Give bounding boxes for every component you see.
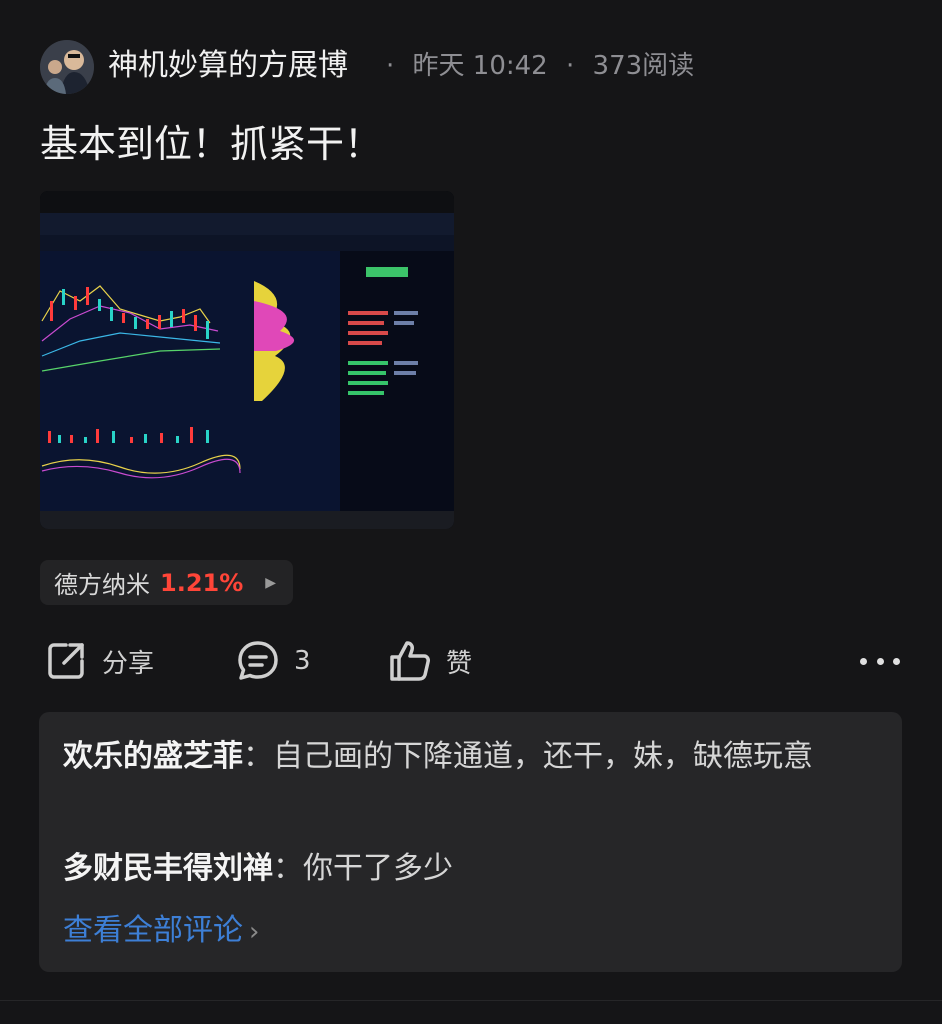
comment-user[interactable]: 多财民丰得刘禅	[63, 851, 273, 886]
comment-item[interactable]: 欢乐的盛芝菲：自己画的下降通道，还干，妹，缺德玩意	[63, 734, 883, 780]
stock-tag[interactable]: 德方纳米 1.21% ▶	[40, 560, 293, 605]
comment-separator: ：	[273, 851, 303, 886]
comment-separator: ：	[243, 739, 273, 774]
comments-panel: 欢乐的盛芝菲：自己画的下降通道，还干，妹，缺德玩意 多财民丰得刘禅：你干了多少 …	[39, 712, 902, 972]
stock-name: 德方纳米	[54, 571, 150, 599]
post-text: 基本到位！抓紧干！	[40, 122, 383, 166]
avatar-image	[40, 40, 94, 94]
read-count: 373阅读	[592, 51, 695, 81]
like-icon	[388, 639, 432, 683]
author-avatar[interactable]	[40, 40, 94, 94]
divider	[0, 1000, 942, 1001]
share-label: 分享	[102, 648, 155, 679]
meta-separator: ·	[386, 51, 395, 81]
stock-change: 1.21%	[160, 568, 244, 597]
play-arrow-icon: ▶	[265, 574, 277, 591]
comment-item[interactable]: 多财民丰得刘禅：你干了多少	[63, 846, 883, 892]
like-label: 赞	[446, 648, 473, 679]
post-image[interactable]	[40, 191, 454, 529]
meta-separator: ·	[566, 51, 575, 81]
comment-count: 3	[294, 646, 311, 676]
post-meta: · 昨天 10:42 · 373阅读	[386, 46, 694, 86]
share-button[interactable]: 分享	[44, 636, 154, 686]
comment-button[interactable]: 3	[236, 636, 311, 686]
post-time: 昨天 10:42	[412, 51, 548, 81]
chevron-right-icon: ›	[249, 917, 260, 947]
comment-text: 你干了多少	[303, 851, 453, 886]
view-all-comments-link[interactable]: 查看全部评论 ›	[63, 908, 259, 955]
more-icon[interactable]	[860, 646, 900, 676]
comment-text: 自己画的下降通道，还干，妹，缺德玩意	[273, 739, 813, 774]
view-all-label: 查看全部评论	[63, 913, 243, 948]
stock-chart-screenshot-image	[40, 191, 454, 529]
comment-user[interactable]: 欢乐的盛芝菲	[63, 739, 243, 774]
author-name[interactable]: 神机妙算的方展博	[108, 44, 348, 88]
share-icon	[44, 639, 88, 683]
comment-icon	[236, 639, 280, 683]
like-button[interactable]: 赞	[388, 636, 472, 686]
